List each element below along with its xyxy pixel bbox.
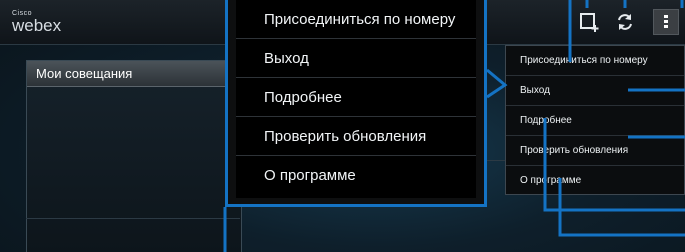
- webex-logo: Cisco webex: [12, 10, 62, 35]
- overflow-menu: Присоединиться по номеру Выход Подробнее…: [505, 45, 685, 195]
- zoomed-item-join-by-number: Присоединиться по номеру: [236, 0, 476, 39]
- zoomed-item-more-info: Подробнее: [236, 78, 476, 117]
- menu-item-about[interactable]: О программе: [506, 166, 684, 196]
- zoomed-menu: Присоединиться по номеру Выход Подробнее…: [236, 0, 476, 198]
- overflow-menu-button[interactable]: [653, 9, 679, 35]
- menu-item-more-info[interactable]: Подробнее: [506, 106, 684, 136]
- menu-item-join-by-number[interactable]: Присоединиться по номеру: [506, 46, 684, 76]
- divider: [26, 218, 240, 219]
- refresh-icon[interactable]: [614, 11, 636, 33]
- zoomed-item-about: О программе: [264, 167, 356, 184]
- my-meetings-panel: Мои совещания: [26, 60, 242, 252]
- add-meeting-icon[interactable]: [578, 11, 600, 33]
- my-meetings-header: Мои совещания: [27, 61, 241, 87]
- zoomed-item-sign-out: Выход: [236, 39, 476, 78]
- zoomed-item-check-updates: Проверить обновления: [236, 117, 476, 156]
- menu-item-check-updates[interactable]: Проверить обновления: [506, 136, 684, 166]
- overflow-menu-icon: [664, 15, 668, 28]
- zoom-callout: Присоединиться по номеру Выход Подробнее…: [225, 0, 487, 207]
- webex-app-screen: Cisco webex Мои совещания Присоединиться…: [0, 0, 685, 252]
- menu-item-sign-out[interactable]: Выход: [506, 76, 684, 106]
